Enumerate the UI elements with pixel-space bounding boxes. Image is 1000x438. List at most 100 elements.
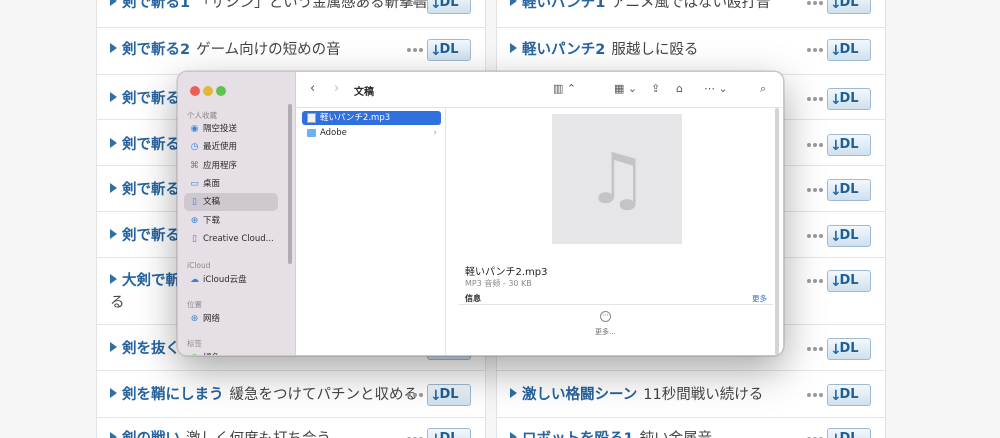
preview-scrollbar[interactable] [775,108,779,355]
download-button[interactable]: DL [427,428,471,438]
more-button-label[interactable]: 更多... [595,327,616,337]
play-arrow-icon[interactable] [110,342,117,352]
view-columns-icon[interactable]: ▥ ⌃ [553,82,576,95]
sidebar-item-clock[interactable]: ◷ 最近使用 [184,138,278,156]
download-button[interactable]: DL [827,428,871,438]
sound-row-text: 剣で斬る2 ゲーム向けの短めの音 [110,39,400,61]
sidebar-item-label: 应用程序 [203,161,238,171]
sound-title[interactable]: 剣で斬る [122,228,180,244]
download-button[interactable]: DL [427,0,471,14]
audio-file-icon [307,113,316,123]
sound-title[interactable]: 激しい格闘シーン [522,387,637,403]
share-icon[interactable]: ⇪ [651,82,660,95]
sidebar-item-document[interactable]: ▯ Creative Cloud... [184,230,278,248]
left-sound-row: 剣を鞘にしまう緩急をつけてパチンと収める DL [97,371,485,418]
play-arrow-icon[interactable] [110,92,117,102]
play-arrow-icon[interactable] [110,229,117,239]
group-icon[interactable]: ▦ ⌄ [614,82,637,95]
minimize-window-button[interactable] [203,86,213,96]
sound-title[interactable]: 剣を抜く [122,341,180,357]
more-options-icon[interactable] [807,1,823,5]
search-icon[interactable]: ⌕ [760,82,766,96]
sidebar-item-document[interactable]: ▯ 文稿 [184,193,278,211]
sidebar-scrollbar[interactable] [288,104,292,264]
sound-title[interactable]: 剣の戦い [122,431,180,438]
play-arrow-icon[interactable] [510,43,517,53]
right-sound-row: 軽いパンチ2 服越しに殴る DL [497,28,885,75]
sound-title[interactable]: 剣で斬る [122,91,180,107]
more-options-icon[interactable] [807,279,823,283]
more-options-icon[interactable] [807,347,823,351]
more-options-icon[interactable] [407,48,423,52]
download-button[interactable]: DL [427,384,471,406]
tags-header: 标签 [187,339,202,348]
close-window-button[interactable] [190,86,200,96]
back-icon[interactable]: ‹ [310,81,315,96]
download-button[interactable]: DL [827,88,871,110]
clock-icon: ◷ [190,142,199,152]
sidebar-item-download[interactable]: ⊕ 下载 [184,212,278,230]
sound-description: 11秒間戦い続ける [643,387,764,403]
info-heading: 信息 [465,294,481,303]
more-options-icon[interactable] [407,393,423,397]
more-circle-icon[interactable]: ⋯ [600,311,611,322]
sidebar-item-apps[interactable]: ⌘ 应用程序 [184,157,278,175]
play-arrow-icon[interactable] [510,0,517,6]
download-button[interactable]: DL [827,225,871,247]
play-arrow-icon[interactable] [510,432,517,438]
sidebar-item-airdrop[interactable]: ◉ 隔空投送 [184,120,278,138]
more-options-icon[interactable] [807,97,823,101]
sound-title[interactable]: 剣で斬る1 [122,0,190,11]
sidebar-item-label: 下载 [203,216,221,226]
download-button[interactable]: DL [827,39,871,61]
more-info-link[interactable]: 更多 [752,293,767,304]
play-arrow-icon[interactable] [110,0,117,6]
sound-row-text: 軽いパンチ2 服越しに殴る [510,39,800,61]
sidebar-item-label: 桌面 [203,179,221,189]
sidebar-item-label: 最近使用 [203,142,238,152]
zoom-window-button[interactable] [216,86,226,96]
forward-icon[interactable]: › [334,81,339,96]
more-options-icon[interactable] [807,188,823,192]
sound-title[interactable]: 軽いパンチ1 [522,0,605,11]
sidebar-item-network[interactable]: ⊛ 网络 [184,310,278,328]
sidebar-item-tag-green[interactable]: ●绿色 [184,349,278,355]
download-button[interactable]: DL [827,0,871,14]
play-arrow-icon[interactable] [510,388,517,398]
download-button[interactable]: DL [827,134,871,156]
sidebar-item-icloud-drive[interactable]: ☁ iCloud云盘 [184,271,278,289]
more-actions-icon[interactable]: ⋯ ⌄ [704,82,728,95]
more-options-icon[interactable] [807,234,823,238]
download-button[interactable]: DL [827,270,871,292]
more-options-icon[interactable] [807,143,823,147]
download-button[interactable]: DL [827,338,871,360]
sound-description: 激しく何度も打ち合う [186,431,331,438]
sound-title[interactable]: 大剣で斬 [122,273,180,289]
folder-item[interactable]: Adobe › [302,126,441,140]
play-arrow-icon[interactable] [110,138,117,148]
more-options-icon[interactable] [807,48,823,52]
sound-title[interactable]: 剣で斬る [122,137,180,153]
play-arrow-icon[interactable] [110,432,117,438]
download-button[interactable]: DL [827,384,871,406]
play-arrow-icon[interactable] [110,388,117,398]
download-button[interactable]: DL [827,179,871,201]
sound-title[interactable]: 軽いパンチ2 [522,42,605,58]
sidebar-item-desktop[interactable]: ▭ 桌面 [184,175,278,193]
play-arrow-icon[interactable] [110,43,117,53]
sound-title[interactable]: ロボットを殴る1 [522,431,634,438]
file-item-selected[interactable]: 軽いパンチ2.mp3 [302,111,441,125]
sound-row-text: 剣を鞘にしまう 緩急をつけてパチンと収める [110,384,418,406]
tag-icon: ● [189,349,200,355]
play-arrow-icon[interactable] [110,183,117,193]
sound-title[interactable]: 剣を鞘にしまう [122,387,224,403]
play-arrow-icon[interactable] [110,274,117,284]
sound-title[interactable]: 剣で斬る2 [122,42,190,58]
desktop-icon: ▭ [190,179,199,189]
more-options-icon[interactable] [807,393,823,397]
more-options-icon[interactable] [407,1,423,5]
download-button[interactable]: DL [427,39,471,61]
tag-icon[interactable]: ⌂ [676,82,683,95]
left-sound-row: 剣で斬る2 ゲーム向けの短めの音 DL [97,28,485,75]
sound-title[interactable]: 剣で斬る [122,182,180,198]
